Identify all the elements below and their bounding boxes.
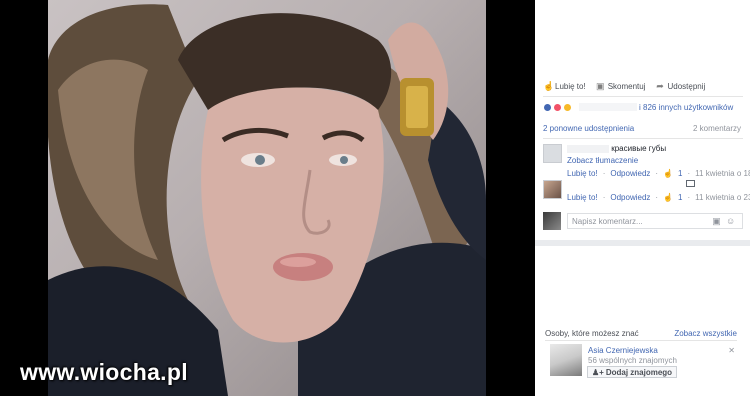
like-button[interactable]: ☝ Lubię to! [543, 81, 586, 92]
comment-timestamp[interactable]: 11 kwietnia o 23:18 [695, 193, 750, 202]
pymk-card: Asia Czerniejewska 56 wspólnych znajomyc… [550, 344, 738, 380]
share-icon: ➦ [656, 81, 664, 91]
meta-dot: · [602, 169, 606, 178]
camera-icon[interactable]: ▣ [712, 217, 721, 226]
avatar[interactable] [550, 344, 582, 376]
mutual-friends[interactable]: 56 wspólnych znajomych [588, 356, 677, 365]
photo-illustration [48, 4, 486, 396]
comment-composer: Napisz komentarz... ▣ ☺ [543, 210, 743, 231]
redacted-author[interactable] [567, 144, 609, 153]
share-button[interactable]: ➦ Udostępnij [656, 81, 706, 92]
emoji-icon[interactable]: ☺ [726, 217, 735, 226]
comment-meta: Lubię to! · Odpowiedz · ☝ 1 · 11 kwietni… [567, 193, 750, 202]
comment-like-link[interactable]: Lubię to! [567, 193, 598, 202]
meta-dot: · [655, 169, 659, 178]
person-name[interactable]: Asia Czerniejewska [588, 346, 658, 355]
comment-reply-link[interactable]: Odpowiedz [610, 169, 650, 178]
comments-count[interactable]: 2 komentarzy [693, 124, 741, 133]
comment-button[interactable]: ▣ Skomentuj [595, 81, 646, 92]
shares-link[interactable]: 2 ponowne udostępnienia [543, 124, 634, 133]
avatar [543, 212, 561, 230]
comment-timestamp[interactable]: 11 kwietnia o 18:33 [695, 169, 750, 178]
comment-like-count[interactable]: 1 [678, 169, 682, 178]
see-translation-link[interactable]: Zobacz tłumaczenie [567, 156, 743, 165]
meta-dot: · [687, 169, 691, 178]
redacted-names [579, 103, 637, 111]
shares-comments-summary: 2 ponowne udostępnienia 2 komentarzy [543, 124, 741, 133]
meta-dot: · [602, 193, 606, 202]
love-reaction-icon [553, 102, 562, 112]
comment-input[interactable]: Napisz komentarz... ▣ ☺ [567, 213, 743, 229]
divider [545, 340, 737, 341]
comment-like-count[interactable]: 1 [678, 193, 682, 202]
comment-body: красивые губы Zobacz tłumaczenie Lubię t… [567, 144, 750, 178]
divider [543, 138, 743, 139]
comment-body: Lubię to! · Odpowiedz · ☝ 1 · 11 kwietni… [567, 180, 750, 202]
like-label: Lubię to! [555, 82, 586, 91]
add-friend-label: Dodaj znajomego [605, 367, 673, 377]
close-icon[interactable]: ✕ [728, 346, 735, 355]
wow-reaction-icon [563, 102, 572, 112]
watermark-text: www.wiocha.pl [20, 359, 188, 385]
photo-viewer: www.wiocha.pl [0, 0, 535, 396]
add-friend-icon: ♟+ [592, 367, 604, 377]
thumbs-up-icon: ☝ [663, 169, 674, 178]
divider [543, 96, 743, 97]
like-reaction-icon [543, 102, 552, 112]
comment-label: Skomentuj [607, 82, 646, 91]
sticker-icon [686, 180, 695, 187]
comment-placeholder: Napisz komentarz... [572, 217, 643, 226]
photo[interactable] [48, 0, 486, 396]
people-you-may-know-header: Osoby, które możesz znać Zobacz wszystki… [545, 329, 737, 338]
post-side-panel: ☝ Lubię to! ▣ Skomentuj ➦ Udostępnij i 8… [535, 0, 750, 396]
comment-reply-link[interactable]: Odpowiedz [610, 193, 650, 202]
comment-like-link[interactable]: Lubię to! [567, 169, 598, 178]
section-divider [535, 240, 750, 246]
comment-text: красивые губы [611, 144, 667, 153]
reactions-row[interactable]: i 826 innych użytkowników [543, 101, 743, 113]
meta-dot: · [655, 193, 659, 202]
see-all-link[interactable]: Zobacz wszystkie [674, 329, 737, 338]
add-friend-button[interactable]: ♟+ Dodaj znajomego [587, 366, 678, 378]
thumbs-up-icon: ☝ [543, 81, 555, 91]
pymk-title: Osoby, które możesz znać [545, 329, 639, 338]
meta-dot: · [687, 193, 691, 202]
share-label: Udostępnij [667, 82, 706, 91]
comment-icon: ▣ [595, 81, 605, 91]
post-actions: ☝ Lubię to! ▣ Skomentuj ➦ Udostępnij [543, 79, 743, 94]
reactions-others-link[interactable]: i 826 innych użytkowników [639, 103, 733, 112]
thumbs-up-icon: ☝ [663, 193, 674, 202]
comment-meta: Lubię to! · Odpowiedz · ☝ 1 · 11 kwietni… [567, 169, 750, 178]
avatar[interactable] [543, 144, 562, 163]
avatar[interactable] [543, 180, 562, 199]
